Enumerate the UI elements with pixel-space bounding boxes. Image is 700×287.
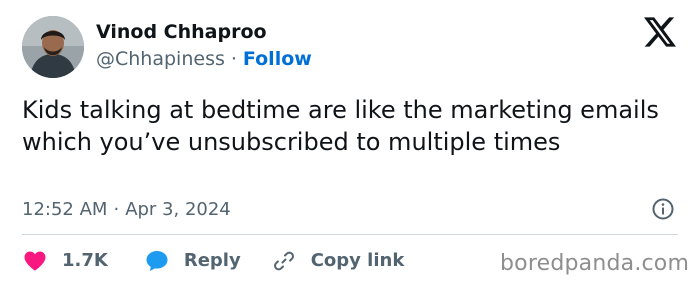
author-name[interactable]: Vinod Chhaproo [96,21,267,43]
watermark: boredpanda.com [500,251,690,276]
heart-icon [24,251,46,271]
tweet-timestamp: 12:52 AM · Apr 3, 2024 [22,199,231,220]
x-logo-icon[interactable] [644,17,676,47]
divider [22,234,678,235]
info-icon[interactable] [651,197,675,221]
tweet-date[interactable]: Apr 3, 2024 [125,199,231,220]
tweet-time[interactable]: 12:52 AM [22,199,107,220]
author-handle-row: @Chhapiness · Follow [96,48,312,70]
like-button[interactable]: 1.7K [22,249,108,273]
tweet-card: Vinod Chhaproo @Chhapiness · Follow Kids t… [0,0,700,287]
tweet-text: Kids talking at bedtime are like the mar… [22,96,659,156]
like-count: 1.7K [62,250,108,271]
reply-bubble-icon [146,251,168,271]
copy-link-button[interactable]: Copy link [271,249,405,273]
handle-separator: · [230,48,237,70]
action-bar: 1.7K Reply Copy link [22,246,404,276]
avatar[interactable] [22,16,84,78]
author-handle[interactable]: @Chhapiness [96,48,225,70]
follow-button[interactable]: Follow [243,48,312,70]
link-icon [273,251,294,271]
reply-label: Reply [183,250,241,271]
timestamp-separator: · [113,199,120,220]
reply-button[interactable]: Reply [144,249,241,273]
copy-link-label: Copy link [310,250,405,271]
